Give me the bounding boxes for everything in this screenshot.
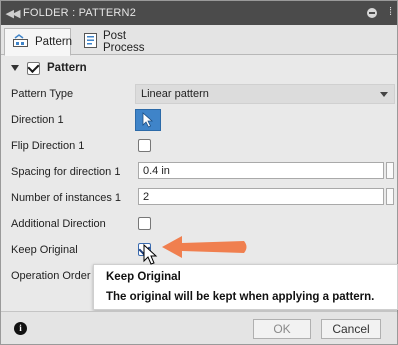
additional-direction-checkbox[interactable] xyxy=(138,217,151,230)
section-title: Pattern xyxy=(47,62,87,74)
title-bar: ◀◀ FOLDER : PATTERN2 ⁞ xyxy=(1,1,397,25)
flip-direction1-row: Flip Direction 1 xyxy=(1,134,397,160)
flip-direction1-label: Flip Direction 1 xyxy=(11,140,85,152)
spacing-label: Spacing for direction 1 xyxy=(11,166,121,178)
keep-original-label: Keep Original xyxy=(11,244,78,256)
pattern-type-select[interactable]: Linear pattern xyxy=(135,84,395,104)
direction1-label: Direction 1 xyxy=(11,114,64,126)
spacing-row: Spacing for direction 1 xyxy=(1,160,397,186)
dialog-footer: i OK Cancel xyxy=(1,311,397,344)
spacing-input[interactable] xyxy=(138,162,384,179)
post-process-tab-icon xyxy=(84,32,97,51)
pattern-type-row: Pattern Type Linear pattern xyxy=(1,82,397,108)
annotation-arrow-icon xyxy=(162,236,247,258)
keep-original-tooltip: Keep Original The original will be kept … xyxy=(93,264,398,310)
info-icon[interactable]: i xyxy=(14,322,27,335)
tab-pattern-label: Pattern xyxy=(35,36,73,48)
pattern-enable-checkbox[interactable] xyxy=(27,61,40,75)
pattern-tab-icon xyxy=(13,34,29,50)
flip-direction1-checkbox[interactable] xyxy=(138,139,151,152)
tab-post-process-label: Post Process xyxy=(103,29,145,54)
expand-triangle-icon[interactable] xyxy=(11,65,19,71)
pattern-type-value: Linear pattern xyxy=(141,88,209,100)
cancel-button[interactable]: Cancel xyxy=(321,319,381,339)
dialog-title: FOLDER : PATTERN2 xyxy=(23,7,137,19)
instances-label: Number of instances 1 xyxy=(11,192,122,204)
instances-spinner[interactable] xyxy=(386,188,394,205)
collapse-icon[interactable]: ◀◀ xyxy=(1,7,23,20)
tooltip-title: Keep Original xyxy=(106,271,181,283)
pattern-section-header[interactable]: Pattern xyxy=(1,56,397,80)
tab-post-process[interactable]: Post Process xyxy=(75,28,179,55)
pattern-type-label: Pattern Type xyxy=(11,88,74,100)
options-menu-icon[interactable]: ⁞ xyxy=(389,6,392,18)
direction1-select-button[interactable] xyxy=(135,109,161,131)
minimize-icon[interactable] xyxy=(367,8,377,18)
pointer-arrow-icon xyxy=(142,112,154,128)
chevron-down-icon xyxy=(380,92,388,97)
tab-bar: Pattern Post Process xyxy=(1,25,397,56)
instances-row: Number of instances 1 xyxy=(1,186,397,212)
spacing-spinner[interactable] xyxy=(386,162,394,179)
direction1-row: Direction 1 xyxy=(1,108,397,134)
operation-order-label: Operation Order xyxy=(11,270,91,282)
tooltip-body: The original will be kept when applying … xyxy=(106,291,375,303)
ok-button[interactable]: OK xyxy=(253,319,311,339)
tab-pattern[interactable]: Pattern xyxy=(4,28,73,56)
additional-direction-label: Additional Direction xyxy=(11,218,106,230)
folder-pattern-dialog: ◀◀ FOLDER : PATTERN2 ⁞ Pattern Post Proc… xyxy=(0,0,398,345)
mouse-cursor-icon xyxy=(143,243,158,265)
instances-input[interactable] xyxy=(138,188,384,205)
